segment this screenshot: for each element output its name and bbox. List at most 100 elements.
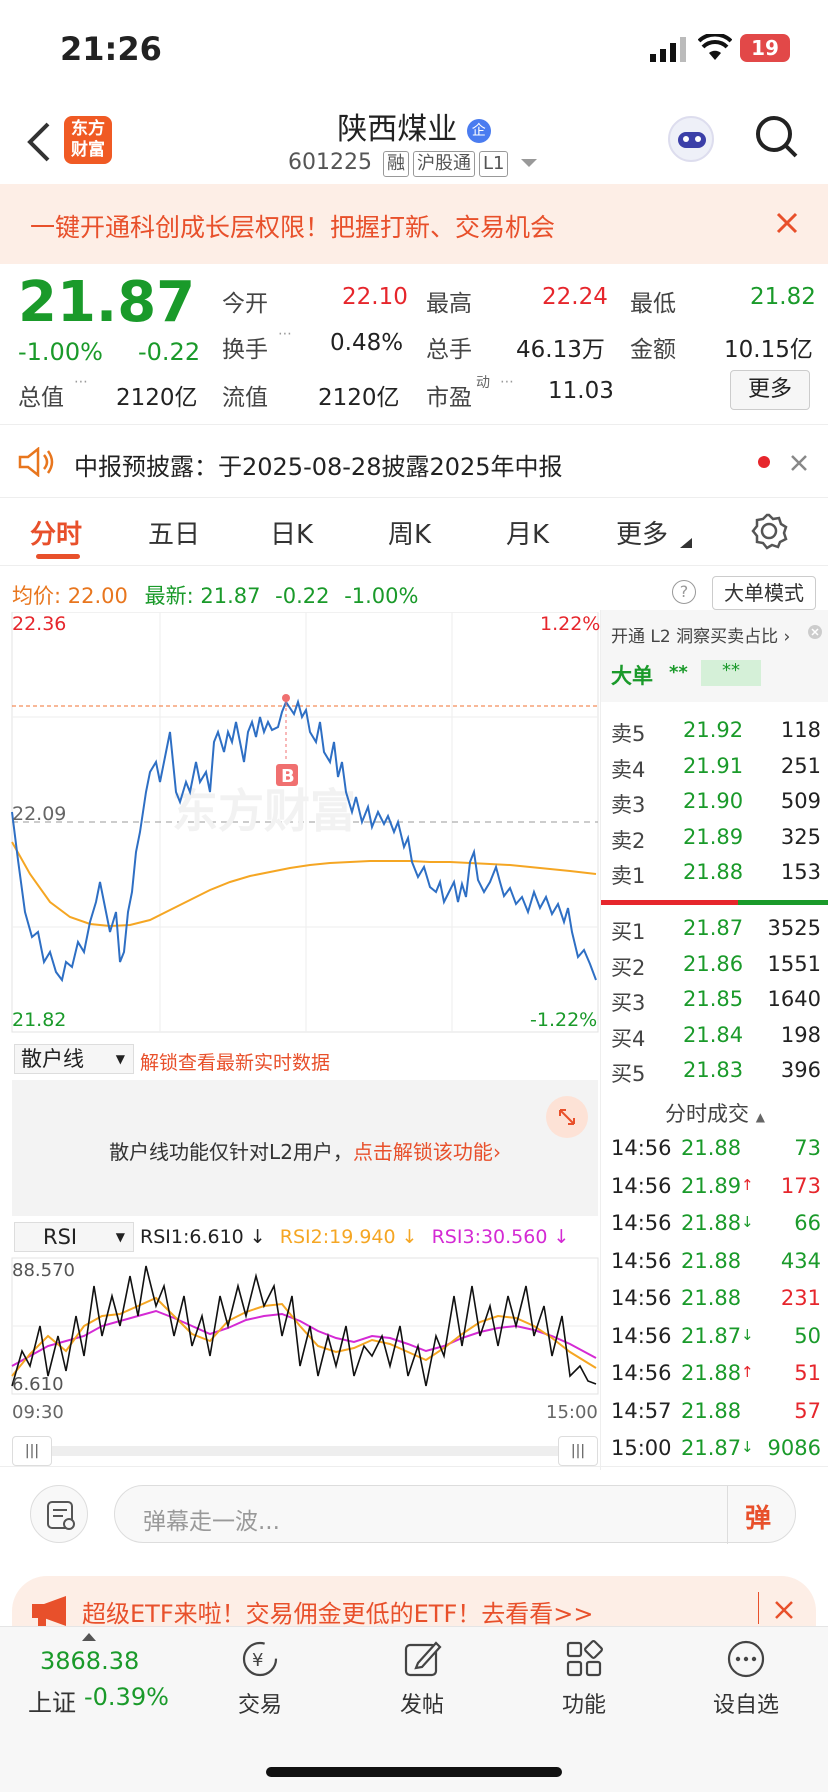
- ask-row[interactable]: 卖3 21.90 509: [611, 789, 821, 823]
- trades-header[interactable]: 分时成交 ▲: [601, 1098, 828, 1128]
- bid-row[interactable]: 买5 21.83 396: [611, 1058, 821, 1092]
- danmu-settings-icon[interactable]: [30, 1485, 88, 1543]
- robot-assistant-icon[interactable]: [668, 116, 714, 162]
- close-icon[interactable]: [774, 1600, 794, 1620]
- promo-banner[interactable]: 一键开通科创成长层权限！把握打新、交易机会: [0, 184, 828, 264]
- caret-up-icon[interactable]: [82, 1631, 96, 1641]
- trade-price: 21.88: [681, 1136, 742, 1160]
- ask-row[interactable]: 卖4 21.91 251: [611, 754, 821, 788]
- caret-down-icon[interactable]: [521, 157, 538, 169]
- notice-bar[interactable]: 中报预披露：于2025-08-28披露2025年中报: [0, 424, 828, 498]
- mktcap-value: 2120亿: [116, 385, 198, 411]
- retail-unlock-action[interactable]: 点击解锁该功能: [353, 1140, 493, 1164]
- y-low-label: 21.82: [12, 1009, 66, 1031]
- tab-monthly-k[interactable]: 月K: [506, 514, 549, 551]
- danmu-input[interactable]: 弹幕走一波... 弹: [114, 1485, 796, 1544]
- bid-price: 21.87: [683, 916, 744, 940]
- trade-row: 14:56 21.88 ↑ 51: [611, 1361, 821, 1395]
- high-label: 最高: [426, 291, 472, 317]
- status-time: 21:26: [60, 30, 162, 68]
- last-price: 21.87: [18, 270, 196, 335]
- trades-title: 分时成交: [665, 1102, 750, 1126]
- order-book-panel: 开通 L2 洞察买卖占比 › 大单 ** ** 卖5 21.92 118 卖4 21.9…: [600, 610, 828, 1470]
- watermark: 东方财富: [172, 785, 356, 837]
- l2-insight-box[interactable]: 开通 L2 洞察买卖占比 › 大单 ** **: [601, 610, 828, 702]
- ask-row[interactable]: 卖5 21.92 118: [611, 718, 821, 752]
- more-button[interactable]: 更多: [730, 370, 810, 410]
- range-handle-right[interactable]: |||: [558, 1436, 598, 1466]
- stock-name: 陕西煤业: [337, 112, 458, 147]
- ask-level-label: 卖1: [611, 864, 646, 888]
- pe-label: 市盈: [426, 385, 472, 411]
- ask-price: 21.89: [683, 824, 744, 849]
- bid-row[interactable]: 买2 21.86 1551: [611, 952, 821, 986]
- trade-time: 14:56: [611, 1173, 672, 1198]
- bid-level-label: 买4: [611, 1026, 646, 1051]
- home-indicator[interactable]: [266, 1767, 562, 1777]
- expand-icon[interactable]: [546, 1096, 588, 1138]
- index-value[interactable]: 3868.38: [40, 1647, 139, 1675]
- ask-volume: 251: [780, 753, 821, 778]
- nav-post-label: 发帖: [399, 1693, 444, 1718]
- retail-line-select[interactable]: 散户线 ▼: [14, 1044, 134, 1074]
- retail-msg: 散户线功能仅针对L2用户，: [109, 1140, 353, 1164]
- ask-row[interactable]: 卖1 21.88 153: [611, 860, 821, 894]
- rsi-select[interactable]: RSI ▼: [14, 1222, 134, 1252]
- search-icon[interactable]: [754, 114, 800, 164]
- close-icon[interactable]: [807, 624, 823, 640]
- enterprise-badge: 企: [466, 118, 491, 143]
- close-icon[interactable]: [776, 212, 798, 234]
- grid-icon: [566, 1640, 603, 1677]
- rsi-high-label: 88.570: [12, 1260, 75, 1281]
- mktcap-label: 总值: [18, 385, 64, 411]
- notice-text: 中报预披露：于2025-08-28披露2025年中报: [74, 453, 563, 481]
- rsi-select-label: RSI: [43, 1225, 78, 1249]
- trade-time: 14:56: [611, 1361, 672, 1385]
- nav-trade[interactable]: ¥ 交易: [200, 1637, 320, 1719]
- index-name[interactable]: 上证: [28, 1683, 76, 1718]
- bid-level-label: 买3: [611, 991, 646, 1015]
- tab-daily-k[interactable]: 日K: [270, 514, 313, 551]
- ask-price: 21.92: [683, 718, 744, 742]
- tab-weekly-k[interactable]: 周K: [388, 514, 431, 551]
- bid-price: 21.86: [683, 951, 744, 976]
- info-icon[interactable]: ⋯: [74, 374, 88, 390]
- tab-more[interactable]: 更多: [616, 514, 668, 551]
- big-order-mode-button[interactable]: 大单模式: [712, 576, 816, 610]
- latest-value: 21.87: [200, 584, 261, 608]
- close-icon[interactable]: [790, 454, 808, 472]
- retail-unlock-link[interactable]: 解锁查看最新实时数据: [140, 1048, 330, 1075]
- tab-five-day[interactable]: 五日: [148, 514, 200, 551]
- help-icon[interactable]: ?: [672, 580, 696, 604]
- index-pct[interactable]: -0.39%: [84, 1683, 169, 1711]
- trade-icon: ¥: [242, 1641, 278, 1677]
- nav-add-watchlist[interactable]: 设自选: [686, 1637, 806, 1719]
- range-handle-left[interactable]: |||: [12, 1436, 52, 1466]
- rsi-legend: RSI1:6.610 ↓ RSI2:19.940 ↓ RSI3:30.560 ↓: [140, 1226, 569, 1248]
- bid-row[interactable]: 买1 21.87 3525: [611, 916, 821, 950]
- trade-row: 14:56 21.88 73: [611, 1136, 821, 1170]
- trade-time: 14:56: [611, 1323, 672, 1348]
- bid-row[interactable]: 买3 21.85 1640: [611, 987, 821, 1021]
- info-icon[interactable]: ⋯: [500, 374, 514, 390]
- nav-functions[interactable]: 功能: [524, 1637, 644, 1719]
- avg-label: 均价:: [12, 584, 62, 608]
- nav-add-watchlist-label: 设自选: [712, 1693, 779, 1718]
- bid-row[interactable]: 买4 21.84 198: [611, 1023, 821, 1057]
- ask-row[interactable]: 卖2 21.89 325: [611, 825, 821, 859]
- bid-price: 21.83: [683, 1058, 744, 1082]
- nav-post[interactable]: 发帖: [362, 1637, 482, 1719]
- trade-volume: 73: [794, 1136, 821, 1160]
- rsi-chart[interactable]: 88.570 6.610 09:30 15:00: [0, 1256, 600, 1426]
- gear-icon[interactable]: [750, 512, 788, 550]
- tag-connect: 沪股通: [412, 151, 475, 177]
- info-icon[interactable]: ⋯: [278, 326, 292, 342]
- tab-intraday[interactable]: 分时: [30, 514, 82, 551]
- chart-range-scrollbar[interactable]: ||| |||: [12, 1436, 598, 1466]
- big-order-label: 大单: [611, 664, 653, 688]
- danmu-send-button[interactable]: 弹: [745, 1498, 771, 1535]
- low-value: 21.82: [750, 284, 816, 310]
- trade-volume: 66: [794, 1211, 821, 1235]
- tab-indicator: [36, 554, 80, 559]
- latest-label: 最新:: [144, 584, 194, 608]
